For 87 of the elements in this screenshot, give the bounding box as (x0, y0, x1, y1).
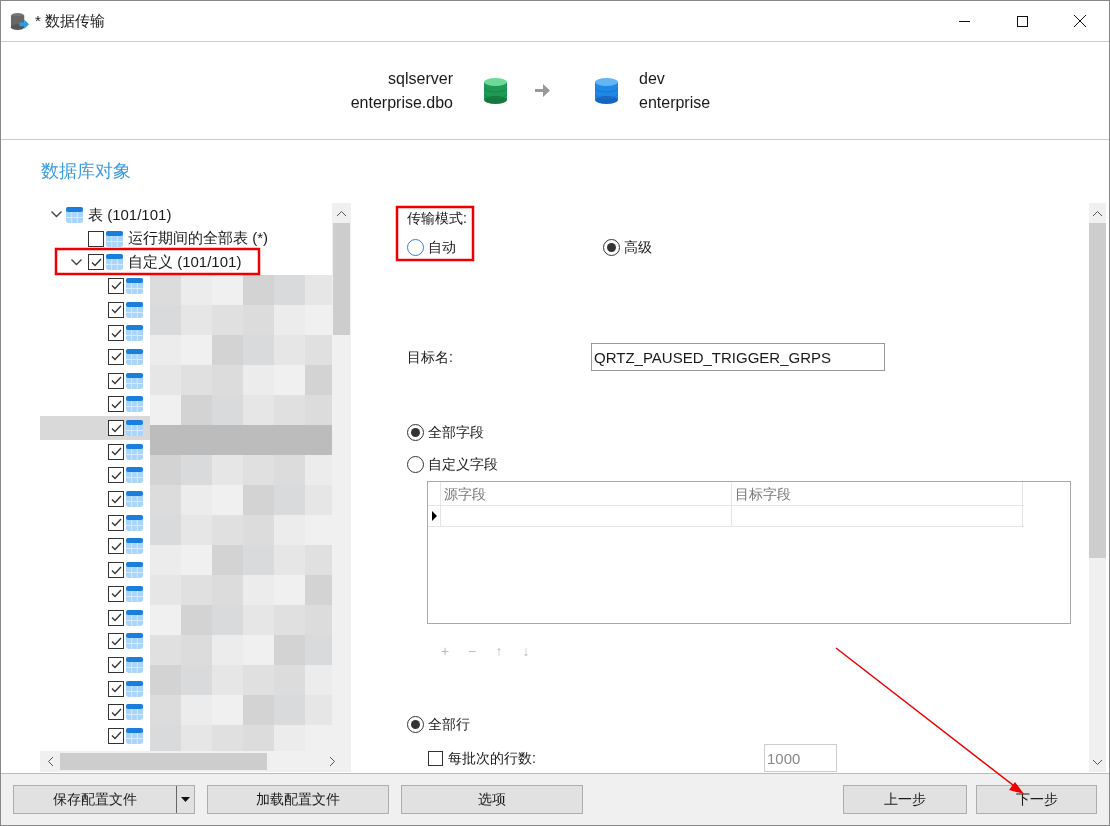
table-icon (126, 443, 143, 460)
column-header: 源字段 (441, 482, 732, 505)
table-icon (126, 277, 143, 294)
table-icon (126, 467, 143, 484)
radio-button[interactable]: 自定义字段 (407, 454, 498, 475)
table-icon (126, 656, 143, 673)
scrollbar-thumb[interactable] (1089, 223, 1106, 558)
close-icon (1074, 15, 1086, 27)
table-icon (126, 680, 143, 697)
tree-item-label[interactable]: 表 (101/101) (88, 203, 172, 227)
scroll-down-icon[interactable] (1093, 759, 1102, 765)
checkbox[interactable] (88, 254, 104, 271)
radio-button[interactable]: 高级 (603, 237, 652, 257)
database-icon (595, 77, 618, 104)
tree-item-label[interactable]: 自定义 (101/101) (128, 250, 242, 274)
checkbox[interactable] (108, 348, 124, 365)
target-server: dev (639, 68, 666, 89)
batch-rows-label: 每批次的行数: (448, 748, 537, 768)
vertical-scrollbar[interactable] (1089, 203, 1106, 772)
table-icon (126, 585, 143, 602)
table-icon (126, 609, 143, 626)
table-icon (106, 254, 123, 271)
scroll-left-icon[interactable] (47, 757, 53, 766)
table-icon (126, 348, 143, 365)
source-server: sqlserver (388, 68, 453, 89)
database-transfer-icon (10, 11, 29, 31)
checkbox[interactable] (108, 372, 124, 389)
checkbox[interactable] (108, 277, 124, 294)
target-name-label: 目标名: (407, 347, 454, 367)
tree-item-label[interactable]: 运行期间的全部表 (*) (128, 227, 268, 250)
window-title: * 数据传输 (35, 10, 105, 31)
radio-button[interactable]: 全部行 (407, 714, 470, 735)
checkbox[interactable] (108, 609, 124, 626)
save-button-label: 保存配置文件 (52, 790, 138, 809)
radio-button[interactable]: 自动 (407, 237, 456, 257)
table-icon (126, 562, 143, 579)
checkbox[interactable] (108, 467, 124, 484)
target-database: enterprise (639, 92, 711, 113)
dialog-button[interactable]: 下一步 (976, 785, 1097, 814)
checkbox[interactable] (108, 325, 124, 342)
checkbox[interactable] (108, 538, 124, 555)
table-icon (126, 372, 143, 389)
target-name-field[interactable]: QRTZ_PAUSED_TRIGGER_GRPS (591, 343, 885, 371)
checkbox[interactable] (108, 704, 124, 721)
table-icon (66, 206, 83, 223)
table-icon (126, 396, 143, 413)
checkbox[interactable] (108, 301, 124, 318)
dialog-button[interactable]: 选项 (401, 785, 583, 814)
checkbox[interactable] (108, 727, 124, 744)
checkbox[interactable] (108, 562, 124, 579)
table-icon (126, 633, 143, 650)
table-icon (126, 514, 143, 531)
checkbox[interactable] (108, 443, 124, 460)
checkbox[interactable] (108, 396, 124, 413)
table-icon (126, 301, 143, 318)
section-title: 数据库对象 (41, 160, 131, 183)
arrow-right-icon (535, 84, 550, 97)
dialog-button[interactable]: 上一步 (843, 785, 967, 814)
maximize-icon (1016, 15, 1028, 27)
checkbox[interactable] (108, 633, 124, 650)
database-icon (484, 77, 507, 104)
column-header: 目标字段 (732, 482, 1023, 505)
table-icon (126, 325, 143, 342)
checkbox[interactable] (108, 420, 124, 437)
scroll-up-icon[interactable] (337, 210, 346, 216)
scroll-up-icon[interactable] (1093, 210, 1102, 216)
table-icon (126, 727, 143, 744)
table-icon (126, 420, 143, 437)
source-database: enterprise.dbo (350, 92, 453, 113)
checkbox[interactable] (108, 680, 124, 697)
checkbox[interactable] (88, 230, 104, 247)
dialog-button[interactable]: 加载配置文件 (207, 785, 389, 814)
row-pointer-icon (431, 511, 437, 521)
scrollbar-thumb[interactable] (333, 223, 350, 335)
table-icon (106, 230, 123, 247)
table-icon (126, 538, 143, 555)
transfer-mode-label: 传输模式: (407, 209, 468, 228)
scroll-right-icon[interactable] (329, 757, 335, 766)
checkbox[interactable] (108, 656, 124, 673)
checkbox[interactable] (108, 491, 124, 508)
split-button[interactable]: 保存配置文件 (13, 785, 195, 814)
scrollbar-thumb[interactable] (60, 753, 267, 770)
radio-button[interactable]: 全部字段 (407, 422, 484, 443)
table-icon (126, 704, 143, 721)
table-icon (126, 491, 143, 508)
checkbox[interactable] (108, 514, 124, 531)
checkbox[interactable] (108, 585, 124, 602)
